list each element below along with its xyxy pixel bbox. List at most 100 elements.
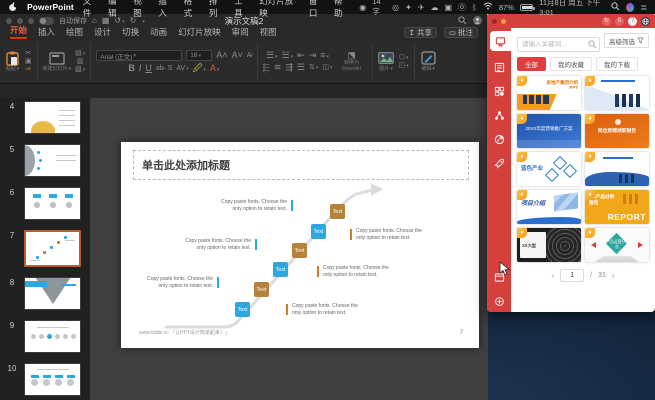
user-globe-icon[interactable] bbox=[641, 17, 650, 26]
control-center-icon[interactable]: ≣ bbox=[640, 3, 647, 12]
highlight-color-icon[interactable]: 🖉 bbox=[193, 64, 206, 73]
caption-right-1[interactable]: Copy paste fonts. Choose the only option… bbox=[356, 228, 432, 241]
underline-icon[interactable]: U bbox=[145, 64, 152, 73]
nav-materials-icon[interactable] bbox=[489, 59, 509, 75]
advanced-filter-button[interactable]: 高级筛选 bbox=[604, 33, 649, 48]
thumbnail-slide-6[interactable]: 6 bbox=[0, 187, 90, 220]
thumbnail-slide-5[interactable]: 5 bbox=[0, 144, 90, 177]
columns-icon[interactable]: ◫ bbox=[322, 64, 332, 71]
nav-rocket-icon[interactable] bbox=[489, 155, 509, 171]
tab-design[interactable]: 设计 bbox=[94, 26, 111, 39]
align-left-icon[interactable]: ⬱ bbox=[263, 63, 270, 72]
slide-4-preview[interactable] bbox=[24, 101, 81, 134]
slide-10-preview[interactable] bbox=[24, 363, 81, 396]
new-slide-button[interactable] bbox=[48, 51, 65, 66]
tab-review[interactable]: 审阅 bbox=[232, 26, 249, 39]
reset-icon[interactable]: ▥ bbox=[77, 58, 84, 65]
align-right-icon[interactable]: ⇶ bbox=[285, 63, 293, 72]
menu-arrange[interactable]: 排列 bbox=[209, 0, 225, 19]
refresh-icon[interactable]: ↻ bbox=[602, 17, 611, 26]
menu-app-name[interactable]: PowerPoint bbox=[27, 2, 74, 12]
smartart-icon[interactable]: ⬔ bbox=[347, 51, 356, 60]
numbering-icon[interactable]: ☱ bbox=[282, 51, 294, 60]
text-box-icon[interactable]: ◰ bbox=[399, 62, 409, 69]
thumbnail-slide-10[interactable]: 10 bbox=[0, 363, 90, 396]
clear-format-icon[interactable]: A̷ bbox=[247, 52, 252, 59]
thumbnail-slide-8[interactable]: 8 bbox=[0, 277, 90, 310]
picture-button[interactable] bbox=[378, 51, 395, 66]
template-card-10[interactable]: ♦ XX产品运营分析报告 bbox=[585, 228, 649, 262]
template-card-6[interactable]: ♦ bbox=[585, 152, 649, 186]
account-avatar[interactable] bbox=[473, 16, 482, 25]
thumbnail-slide-4[interactable]: 4 bbox=[0, 101, 90, 134]
menu-tools[interactable]: 工具 bbox=[234, 0, 250, 19]
tab-home[interactable]: 开始 bbox=[10, 24, 27, 39]
minimize-window-icon[interactable] bbox=[17, 18, 23, 24]
outdent-icon[interactable]: ⇤ bbox=[297, 51, 305, 60]
slide-7-preview[interactable] bbox=[24, 230, 81, 267]
caption-left-2[interactable]: Copy paste fonts. Choose the only option… bbox=[175, 238, 251, 251]
current-slide[interactable]: 单击此处添加标题 Text Text Text Text Text Text C… bbox=[121, 142, 479, 348]
nav-relations-icon[interactable] bbox=[489, 107, 509, 123]
step-box-6[interactable]: Text bbox=[330, 204, 345, 219]
nav-diagrams-icon[interactable] bbox=[489, 83, 509, 99]
bluetooth-icon[interactable]: ᛒ bbox=[472, 3, 477, 12]
nav-settings-icon[interactable] bbox=[489, 293, 509, 309]
search-icon[interactable] bbox=[588, 36, 597, 54]
close-window-icon[interactable] bbox=[6, 18, 12, 24]
template-card-2[interactable]: ♦ bbox=[585, 76, 649, 110]
caption-left-3[interactable]: Copy paste fonts. Choose the only option… bbox=[137, 276, 213, 289]
thumbnail-slide-7-selected[interactable]: 7 bbox=[0, 230, 90, 267]
template-card-8[interactable]: ♦ XX产品分析报告 REPORT bbox=[585, 190, 649, 224]
edit-button[interactable] bbox=[420, 51, 437, 66]
zero-badge-icon[interactable]: ⓪ bbox=[458, 2, 466, 13]
template-card-1[interactable]: ♦ 房地产集团介绍PPT bbox=[517, 76, 581, 110]
step-box-3[interactable]: Text bbox=[273, 262, 288, 277]
template-card-9[interactable]: ♦ XX大型 bbox=[517, 228, 581, 262]
tab-all[interactable]: 全部 bbox=[517, 57, 546, 71]
slide-6-preview[interactable] bbox=[24, 187, 81, 220]
line-spacing-icon[interactable]: ≡ bbox=[320, 51, 329, 60]
paste-button[interactable] bbox=[4, 51, 21, 66]
font-name-select[interactable]: Arial (正文) bbox=[96, 50, 182, 61]
help-icon[interactable]: ? bbox=[628, 17, 637, 26]
template-card-5[interactable]: ♦ 蓝色产业 bbox=[517, 152, 581, 186]
menubar-clock[interactable]: 11月8日 周五 下午3:01 bbox=[539, 0, 605, 17]
shapes-icon[interactable]: ⬡ bbox=[399, 54, 409, 61]
menu-insert[interactable]: 插入 bbox=[158, 0, 174, 19]
text-direction-icon[interactable]: ⇅ bbox=[309, 64, 318, 71]
battery-icon[interactable] bbox=[520, 4, 533, 11]
slide-8-preview[interactable] bbox=[24, 277, 81, 310]
panel-close-icon[interactable] bbox=[492, 19, 497, 24]
align-center-icon[interactable]: ≋ bbox=[274, 63, 282, 72]
spacing-icon[interactable]: AV bbox=[176, 65, 188, 72]
slide-thumbnail-panel[interactable]: 4 5 6 bbox=[0, 98, 90, 400]
status-icon-1[interactable]: ◎ bbox=[392, 3, 399, 12]
zoom-window-icon[interactable] bbox=[28, 18, 34, 24]
menu-window[interactable]: 窗口 bbox=[309, 0, 325, 19]
bullets-icon[interactable]: ☰ bbox=[266, 51, 278, 60]
caption-right-3[interactable]: Copy paste fonts. Choose the only option… bbox=[292, 303, 368, 316]
share-button[interactable]: ↥共享 bbox=[404, 27, 437, 38]
template-card-3[interactable]: ♦ 20XX年度营销推广方案 bbox=[517, 114, 581, 148]
shrink-font-icon[interactable]: A˅ bbox=[232, 51, 243, 60]
bold-icon[interactable]: B bbox=[128, 64, 135, 73]
template-card-4[interactable]: ♦ 岗位竞聘述职报告 bbox=[585, 114, 649, 148]
tab-view[interactable]: 视图 bbox=[260, 26, 277, 39]
step-box-1[interactable]: Text bbox=[235, 302, 250, 317]
spotlight-icon[interactable] bbox=[611, 2, 620, 13]
status-icon-2[interactable]: ✦ bbox=[405, 3, 412, 12]
thumbnail-slide-9[interactable]: 9 bbox=[0, 320, 90, 353]
apple-icon[interactable] bbox=[8, 2, 18, 12]
menu-view[interactable]: 视图 bbox=[133, 0, 149, 19]
font-color-icon[interactable]: A bbox=[210, 64, 220, 73]
nav-colors-icon[interactable] bbox=[489, 131, 509, 147]
strikethrough-icon[interactable]: ab̶ bbox=[156, 65, 164, 72]
slide-9-preview[interactable] bbox=[24, 320, 81, 353]
font-size-select[interactable]: 18 bbox=[186, 50, 212, 61]
tab-draw[interactable]: 绘图 bbox=[66, 26, 83, 39]
caption-right-2[interactable]: Copy paste fonts. Choose the only option… bbox=[323, 265, 399, 278]
tab-animations[interactable]: 动画 bbox=[150, 26, 167, 39]
shadow-icon[interactable]: S bbox=[168, 65, 173, 72]
notification-badge[interactable]: 0 bbox=[615, 17, 624, 26]
